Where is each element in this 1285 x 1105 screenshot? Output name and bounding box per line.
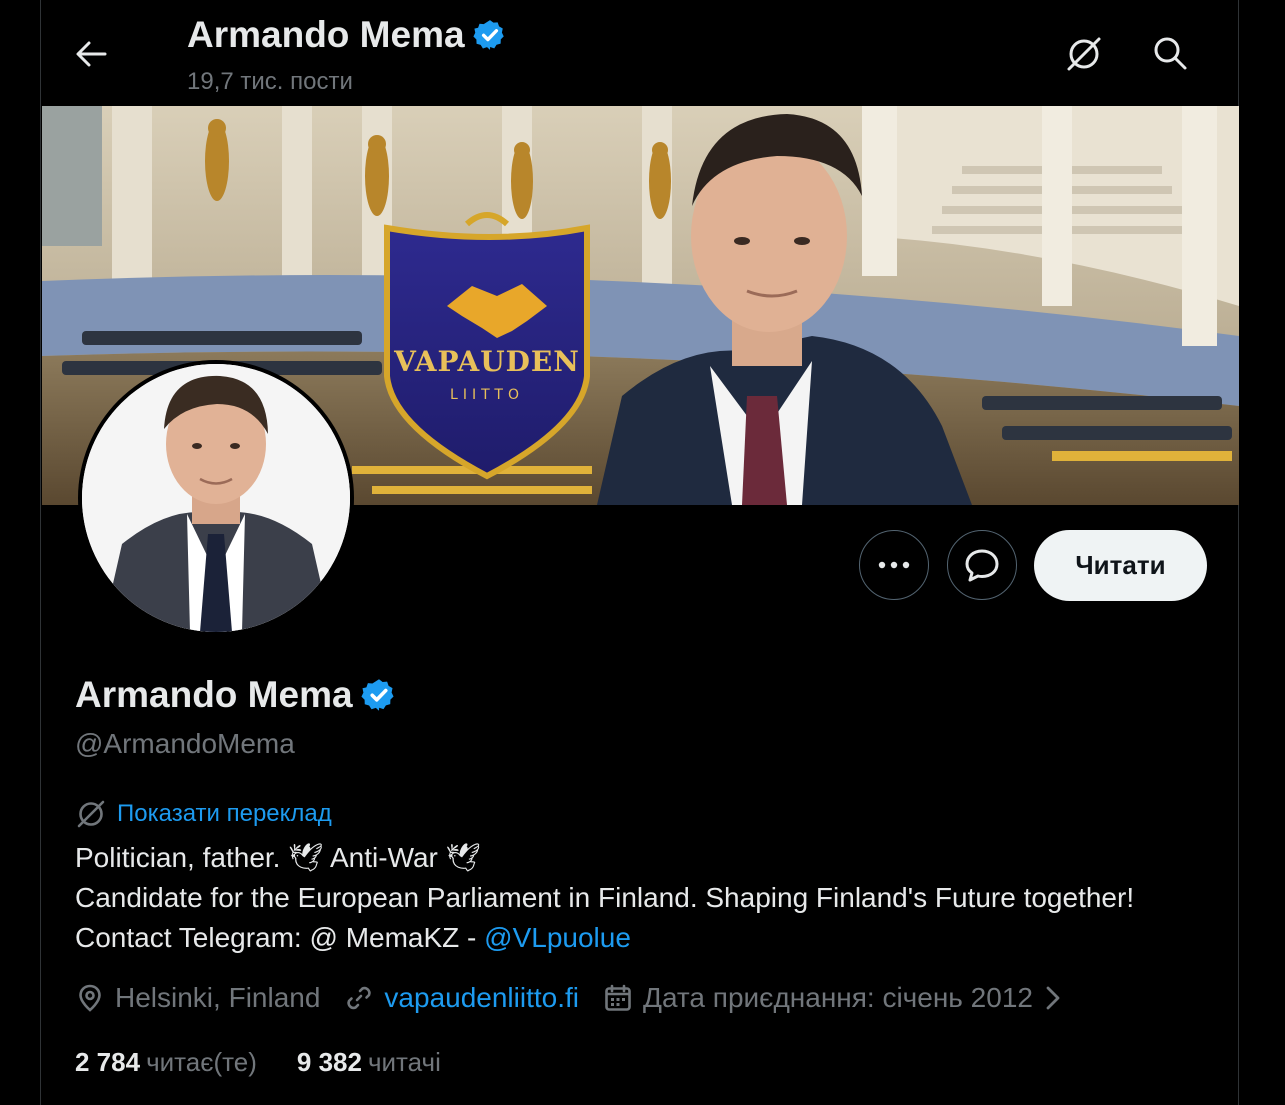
joined-item: Дата приєднання: січень 2012 — [603, 982, 1063, 1014]
avatar-photo — [82, 364, 350, 632]
translate-icon — [77, 800, 105, 828]
following-count: 2 784 — [75, 1047, 141, 1077]
followers-count: 9 382 — [296, 1047, 362, 1077]
bio-line-1: Politician, father. 🕊 Anti-War 🕊 — [75, 842, 482, 873]
profile-meta: Helsinki, Finland vapaudenliitto.fi Дата… — [75, 982, 1087, 1014]
translate-label: Показати переклад — [117, 800, 332, 827]
chevron-right-icon[interactable] — [1043, 984, 1063, 1012]
bio-line-2: Candidate for the European Parliament in… — [75, 878, 1195, 958]
location-item: Helsinki, Finland — [75, 982, 320, 1014]
back-button[interactable] — [71, 34, 111, 74]
message-button[interactable] — [947, 530, 1017, 600]
top-bar: Armando Mema 19,7 тис. пости — [41, 0, 1238, 106]
translate-button[interactable] — [1061, 34, 1107, 74]
bio-mention-link[interactable]: @VLpuolue — [484, 922, 631, 953]
followers-stat[interactable]: 9 382 читачі — [297, 1047, 441, 1078]
link-icon — [347, 986, 372, 1010]
website-link[interactable]: vapaudenliitto.fi — [384, 982, 579, 1014]
profile-name-row: Armando Mema — [75, 674, 397, 716]
search-button[interactable] — [1147, 32, 1193, 74]
following-label: читає(те) — [146, 1047, 257, 1077]
profile-bio: Politician, father. 🕊 Anti-War 🕊 Candida… — [75, 838, 1195, 958]
location-text: Helsinki, Finland — [115, 982, 321, 1013]
following-stat[interactable]: 2 784 читає(те) — [75, 1047, 257, 1078]
joined-text: Дата приєднання: січень 2012 — [643, 982, 1033, 1013]
translate-icon — [1067, 37, 1101, 71]
calendar-icon — [605, 984, 631, 1011]
follow-stats: 2 784 читає(те) 9 382 читачі — [75, 1047, 481, 1078]
shield-title: VAPAUDEN — [393, 345, 580, 378]
verified-badge-icon[interactable] — [361, 677, 397, 713]
verified-badge-icon — [472, 20, 504, 50]
message-bubble-icon — [965, 549, 999, 582]
profile-column: Armando Mema 19,7 тис. пости VAPAUDEN LI… — [40, 0, 1239, 1105]
profile-handle: @ArmandoMema — [75, 728, 295, 759]
more-dots-icon — [878, 561, 910, 569]
show-translation-link[interactable]: Показати переклад — [75, 798, 332, 830]
more-options-button[interactable] — [859, 530, 929, 600]
shield-subtitle: LIITTO — [450, 387, 524, 403]
profile-avatar[interactable] — [78, 360, 354, 636]
location-pin-icon — [79, 984, 101, 1012]
website-item: vapaudenliitto.fi — [344, 982, 579, 1014]
search-icon — [1154, 37, 1187, 70]
post-count: 19,7 тис. пости — [187, 68, 353, 95]
header-name: Armando Mema — [187, 14, 465, 55]
profile-name: Armando Mema — [75, 674, 353, 715]
arrow-left-icon — [76, 41, 107, 67]
avatar-image — [82, 364, 350, 632]
follow-button[interactable]: Читати — [1034, 530, 1207, 601]
followers-label: читачі — [367, 1047, 441, 1077]
header-title: Armando Mema — [187, 14, 507, 56]
